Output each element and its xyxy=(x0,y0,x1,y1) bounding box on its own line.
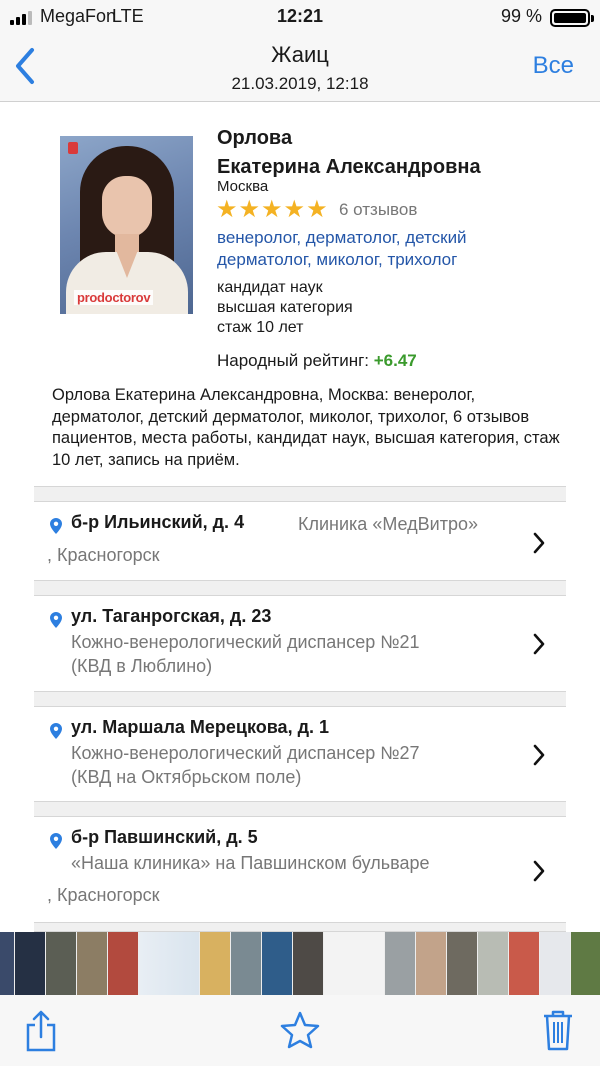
chevron-right-icon xyxy=(533,860,545,882)
photo-thumbnail[interactable] xyxy=(46,932,76,995)
battery-icon xyxy=(550,9,594,27)
battery-percentage: 99 % xyxy=(500,6,542,26)
photo-thumbnail[interactable] xyxy=(324,932,384,995)
photo-watermark: prodoctorov xyxy=(74,290,154,305)
location-extra: , Красногорск xyxy=(47,885,160,905)
chevron-right-icon xyxy=(533,532,545,554)
divider xyxy=(34,801,566,817)
nav-title: Жаиц xyxy=(271,42,329,67)
photo-thumbnail[interactable] xyxy=(385,932,415,995)
chevron-right-icon xyxy=(533,744,545,766)
rating-label: Народный рейтинг: xyxy=(217,351,370,370)
photo-thumbnail[interactable] xyxy=(478,932,508,995)
location-item[interactable]: б-р Ильинский, д. 4 Клиника «МедВитро» ,… xyxy=(34,502,566,580)
doctor-photo: prodoctorov xyxy=(60,136,193,314)
map-pin-icon xyxy=(50,723,62,739)
location-street: ул. Таганрогская, д. 23 xyxy=(71,606,272,626)
star-icon: ★ xyxy=(283,196,306,223)
photo-filmstrip[interactable] xyxy=(0,932,600,995)
map-pin-icon xyxy=(50,518,62,534)
photo-thumbnail[interactable] xyxy=(509,932,539,995)
trash-icon[interactable] xyxy=(542,1009,574,1051)
divider xyxy=(34,486,566,502)
star-icon: ★ xyxy=(261,196,283,223)
location-street: б-р Ильинский, д. 4 xyxy=(71,512,245,532)
navigation-bar: Жаиц 21.03.2019, 12:18 Все xyxy=(0,34,600,102)
photo-thumbnail[interactable] xyxy=(15,932,45,995)
location-item[interactable]: ул. Таганрогская, д. 23 Кожно-венерологи… xyxy=(34,596,566,691)
location-clinic: Кожно-венерологический диспансер №21 xyxy=(71,632,420,652)
star-icon: ★ xyxy=(216,196,238,223)
divider xyxy=(34,922,566,932)
doctor-category: высшая категория xyxy=(217,299,353,316)
location-extra: (КВД в Люблино) xyxy=(71,656,213,676)
location-item[interactable]: ул. Маршала Мерецкова, д. 1 Кожно-венеро… xyxy=(34,707,566,801)
photo-thumbnail[interactable] xyxy=(108,932,138,995)
doctor-specialties[interactable]: венеролог, дерматолог, детский дерматоло… xyxy=(217,227,537,271)
map-pin-icon xyxy=(50,833,62,849)
doctor-degree: кандидат наук xyxy=(217,279,323,296)
photo-thumbnail[interactable] xyxy=(416,932,446,995)
bottom-toolbar xyxy=(0,995,600,1066)
photo-thumbnail[interactable] xyxy=(447,932,477,995)
map-pin-icon xyxy=(50,612,62,628)
status-bar: MegaFon LTE 12:21 99 % xyxy=(0,0,600,34)
photo-thumbnail[interactable] xyxy=(77,932,107,995)
location-clinic: Клиника «МедВитро» xyxy=(298,514,478,534)
location-clinic: Кожно-венерологический диспансер №27 xyxy=(71,743,420,763)
doctor-experience: стаж 10 лет xyxy=(217,319,304,336)
share-icon[interactable] xyxy=(24,1009,58,1053)
photo-thumbnail[interactable] xyxy=(293,932,323,995)
doctor-credentials: кандидат наук высшая категория стаж 10 л… xyxy=(217,278,353,338)
star-outline-icon[interactable] xyxy=(280,1011,320,1049)
chevron-right-icon xyxy=(533,633,545,655)
photo-thumbnail[interactable] xyxy=(200,932,230,995)
photo-thumbnail[interactable] xyxy=(231,932,261,995)
divider xyxy=(34,691,566,707)
photo-thumbnail[interactable] xyxy=(540,932,570,995)
review-count: 6 отзывов xyxy=(339,200,418,219)
location-item[interactable]: б-р Павшинский, д. 5 «Наша клиника» на П… xyxy=(34,817,566,922)
photo-thumbnail[interactable] xyxy=(262,932,292,995)
doctor-city: Москва xyxy=(217,178,269,195)
photo-thumbnail[interactable] xyxy=(0,932,14,995)
doctor-name: Орлова Екатерина Александровна xyxy=(217,124,481,182)
all-photos-button[interactable]: Все xyxy=(533,52,574,80)
people-rating: Народный рейтинг: +6.47 xyxy=(217,351,417,371)
doctor-surname: Орлова xyxy=(217,127,293,149)
star-icon: ★ xyxy=(306,196,328,223)
location-street: ул. Маршала Мерецкова, д. 1 xyxy=(71,717,330,737)
doctor-description: Орлова Екатерина Александровна, Москва: … xyxy=(52,386,560,469)
photo-thumbnail[interactable] xyxy=(139,932,199,995)
location-extra: , Красногорск xyxy=(47,545,160,565)
location-street: б-р Павшинский, д. 5 xyxy=(71,827,258,847)
star-icon: ★ xyxy=(238,196,261,223)
nav-subtitle: 21.03.2019, 12:18 xyxy=(231,74,369,93)
divider xyxy=(34,580,566,596)
location-clinic: «Наша клиника» на Павшинском бульваре xyxy=(71,853,430,873)
brand-mark-icon xyxy=(68,142,78,154)
rating-value: +6.47 xyxy=(373,351,417,370)
location-extra: (КВД на Октябрьском поле) xyxy=(71,767,302,787)
star-rating: ★ ★ ★ ★ ★ xyxy=(216,197,328,223)
photo-thumbnail[interactable] xyxy=(571,932,600,995)
